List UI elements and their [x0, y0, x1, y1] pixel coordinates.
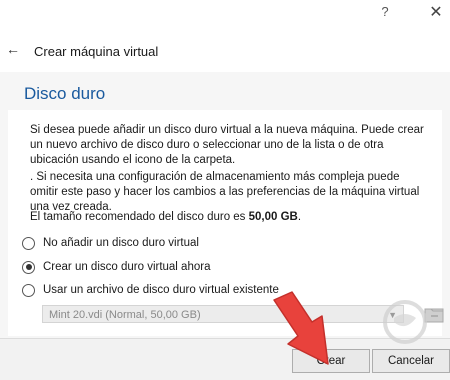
existing-disk-select[interactable]: Mint 20.vdi (Normal, 50,00 GB) ▼ [42, 305, 404, 323]
solvetic-logo [374, 292, 436, 362]
intro-paragraph: Si desea puede añadir un disco duro virt… [30, 124, 424, 166]
advanced-paragraph: . Si necesita una configuración de almac… [30, 171, 420, 213]
recommend-suffix: . [297, 211, 302, 223]
radio-label: No añadir un disco duro virtual [43, 237, 199, 249]
red-arrow-annotation [270, 290, 346, 372]
existing-disk-value: Mint 20.vdi (Normal, 50,00 GB) [49, 309, 201, 321]
radio-create-disk[interactable]: Crear un disco duro virtual ahora [22, 258, 210, 276]
radio-label: Usar un archivo de disco duro virtual ex… [43, 284, 279, 296]
wizard-header: ← Crear máquina virtual [0, 28, 450, 72]
recommend-size: 50,00 GB [248, 211, 298, 223]
close-icon[interactable]: ✕ [428, 2, 444, 21]
back-arrow-icon[interactable]: ← [6, 42, 22, 56]
window-titlebar: ? ✕ [0, 0, 450, 28]
radio-button[interactable] [22, 283, 35, 297]
radio-button-checked[interactable] [22, 260, 35, 274]
radio-label: Crear un disco duro virtual ahora [43, 261, 211, 273]
recommended-size-text: El tamaño recomendado del disco duro es … [30, 211, 301, 223]
recommend-prefix: El tamaño recomendado del disco duro es [30, 211, 249, 223]
help-icon[interactable]: ? [378, 4, 392, 20]
wizard-title: Crear máquina virtual [34, 44, 159, 59]
radio-existing-disk[interactable]: Usar un archivo de disco duro virtual ex… [22, 281, 279, 299]
section-title: Disco duro [24, 84, 106, 103]
radio-no-disk[interactable]: No añadir un disco duro virtual [22, 234, 199, 252]
radio-button[interactable] [22, 236, 35, 250]
